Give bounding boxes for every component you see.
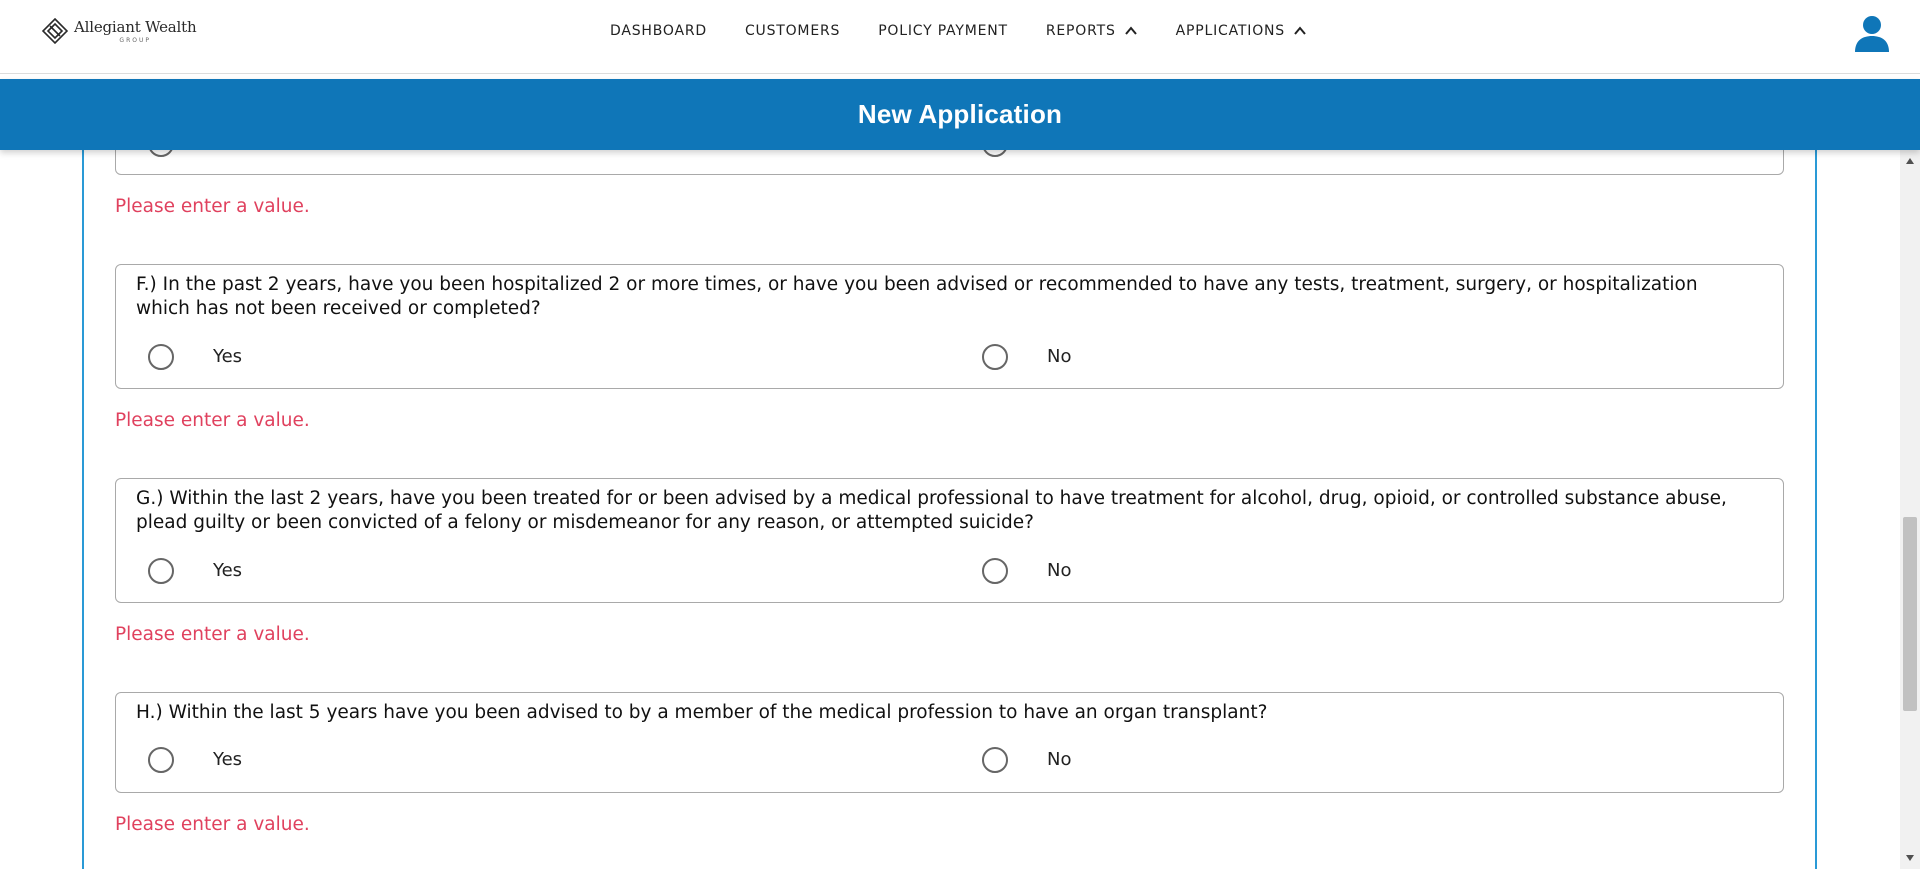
scroll-thumb[interactable] <box>1903 517 1917 711</box>
nav-customers[interactable]: CUSTOMERS <box>745 23 840 39</box>
nav-policy-payment-label: POLICY PAYMENT <box>878 23 1008 39</box>
question-h-no-label: No <box>1047 749 1072 770</box>
question-g-no-label: No <box>1047 560 1072 581</box>
question-f-no-label: No <box>1047 346 1072 367</box>
question-f-yes-label: Yes <box>213 346 243 367</box>
page-title: New Application <box>857 99 1063 129</box>
nav-dashboard[interactable]: DASHBOARD <box>610 23 707 39</box>
brand-name: Allegiant Wealth <box>74 18 197 36</box>
page-header-band: New Application <box>0 79 1920 150</box>
error-message: Please enter a value. <box>115 410 310 431</box>
question-g-yes-radio[interactable] <box>148 558 174 584</box>
question-box-f: F.) In the past 2 years, have you been h… <box>115 264 1784 389</box>
nav-applications-label: APPLICATIONS <box>1175 23 1285 39</box>
nav-policy-payment[interactable]: POLICY PAYMENT <box>878 23 1008 39</box>
page-scrollbar[interactable] <box>1900 150 1920 869</box>
nav-applications[interactable]: APPLICATIONS <box>1176 23 1307 39</box>
nav-customers-label: CUSTOMERS <box>744 23 841 39</box>
chevron-up-icon <box>1124 26 1137 35</box>
question-box-h: H.) Within the last 5 years have you bee… <box>115 692 1784 793</box>
scroll-up-icon[interactable] <box>1906 158 1914 164</box>
question-f-no-radio[interactable] <box>982 344 1008 370</box>
chevron-up-icon <box>1294 26 1306 35</box>
nav-dashboard-label: DASHBOARD <box>610 23 707 39</box>
question-g-yes-label: Yes <box>213 560 243 581</box>
user-icon[interactable] <box>1852 14 1892 54</box>
error-message: Please enter a value. <box>115 624 310 645</box>
brand-sub: GROUP <box>119 37 151 44</box>
nav-reports[interactable]: REPORTS <box>1046 23 1138 39</box>
question-h-yes-label: Yes <box>213 749 243 770</box>
question-f-yes-radio[interactable] <box>148 344 174 370</box>
brand-logo[interactable]: Allegiant Wealth GROUP <box>42 18 197 44</box>
question-box-g: G.) Within the last 2 years, have you be… <box>115 478 1784 603</box>
question-h-no-radio[interactable] <box>982 747 1008 773</box>
question-h-yes-radio[interactable] <box>148 747 174 773</box>
main-nav: DASHBOARD CUSTOMERS POLICY PAYMENT REPOR… <box>610 23 1307 39</box>
question-g-no-radio[interactable] <box>982 558 1008 584</box>
error-message: Please enter a value. <box>115 196 310 217</box>
question-g-text: G.) Within the last 2 years, have you be… <box>136 488 1727 533</box>
question-h-text: H.) Within the last 5 years have you bee… <box>136 702 1268 723</box>
error-message: Please enter a value. <box>115 814 310 835</box>
nav-reports-label: REPORTS <box>1045 23 1116 39</box>
top-navbar: Allegiant Wealth GROUP DASHBOARD CUSTOME… <box>0 0 1920 74</box>
question-f-text: F.) In the past 2 years, have you been h… <box>136 274 1698 319</box>
scroll-down-icon[interactable] <box>1906 855 1914 861</box>
logo-mark-icon <box>42 18 68 44</box>
